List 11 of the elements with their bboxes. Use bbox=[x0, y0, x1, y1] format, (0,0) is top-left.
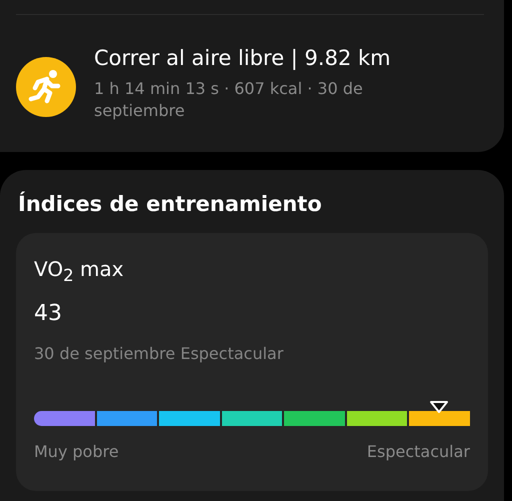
section-heading: Índices de entrenamiento bbox=[18, 192, 323, 216]
metric-note: 30 de septiembre Espectacular bbox=[34, 344, 284, 363]
metric-value: 43 bbox=[34, 301, 63, 326]
metric-name: VO$_{2}$ max bbox=[34, 257, 125, 285]
activity-details: 1 h 14 min 13 s · 607 kcal · 30 de septiembre bbox=[94, 78, 364, 122]
activity-card[interactable]: Correr al aire libre | 9.82 km 1 h 14 min 13 s · 607 kcal · 30 de septiembre bbox=[0, 0, 504, 152]
vo2-card[interactable]: VO$_{2}$ max 43 30 de septiembre Espectacular Muy pobre Espectacular bbox=[16, 233, 488, 491]
activity-title: Correr al aire libre | 9.82 km bbox=[94, 46, 392, 70]
scale-max-label: Espectacular bbox=[366, 442, 470, 461]
runner-icon bbox=[16, 57, 76, 117]
scale-min-label: Muy pobre bbox=[34, 442, 119, 461]
